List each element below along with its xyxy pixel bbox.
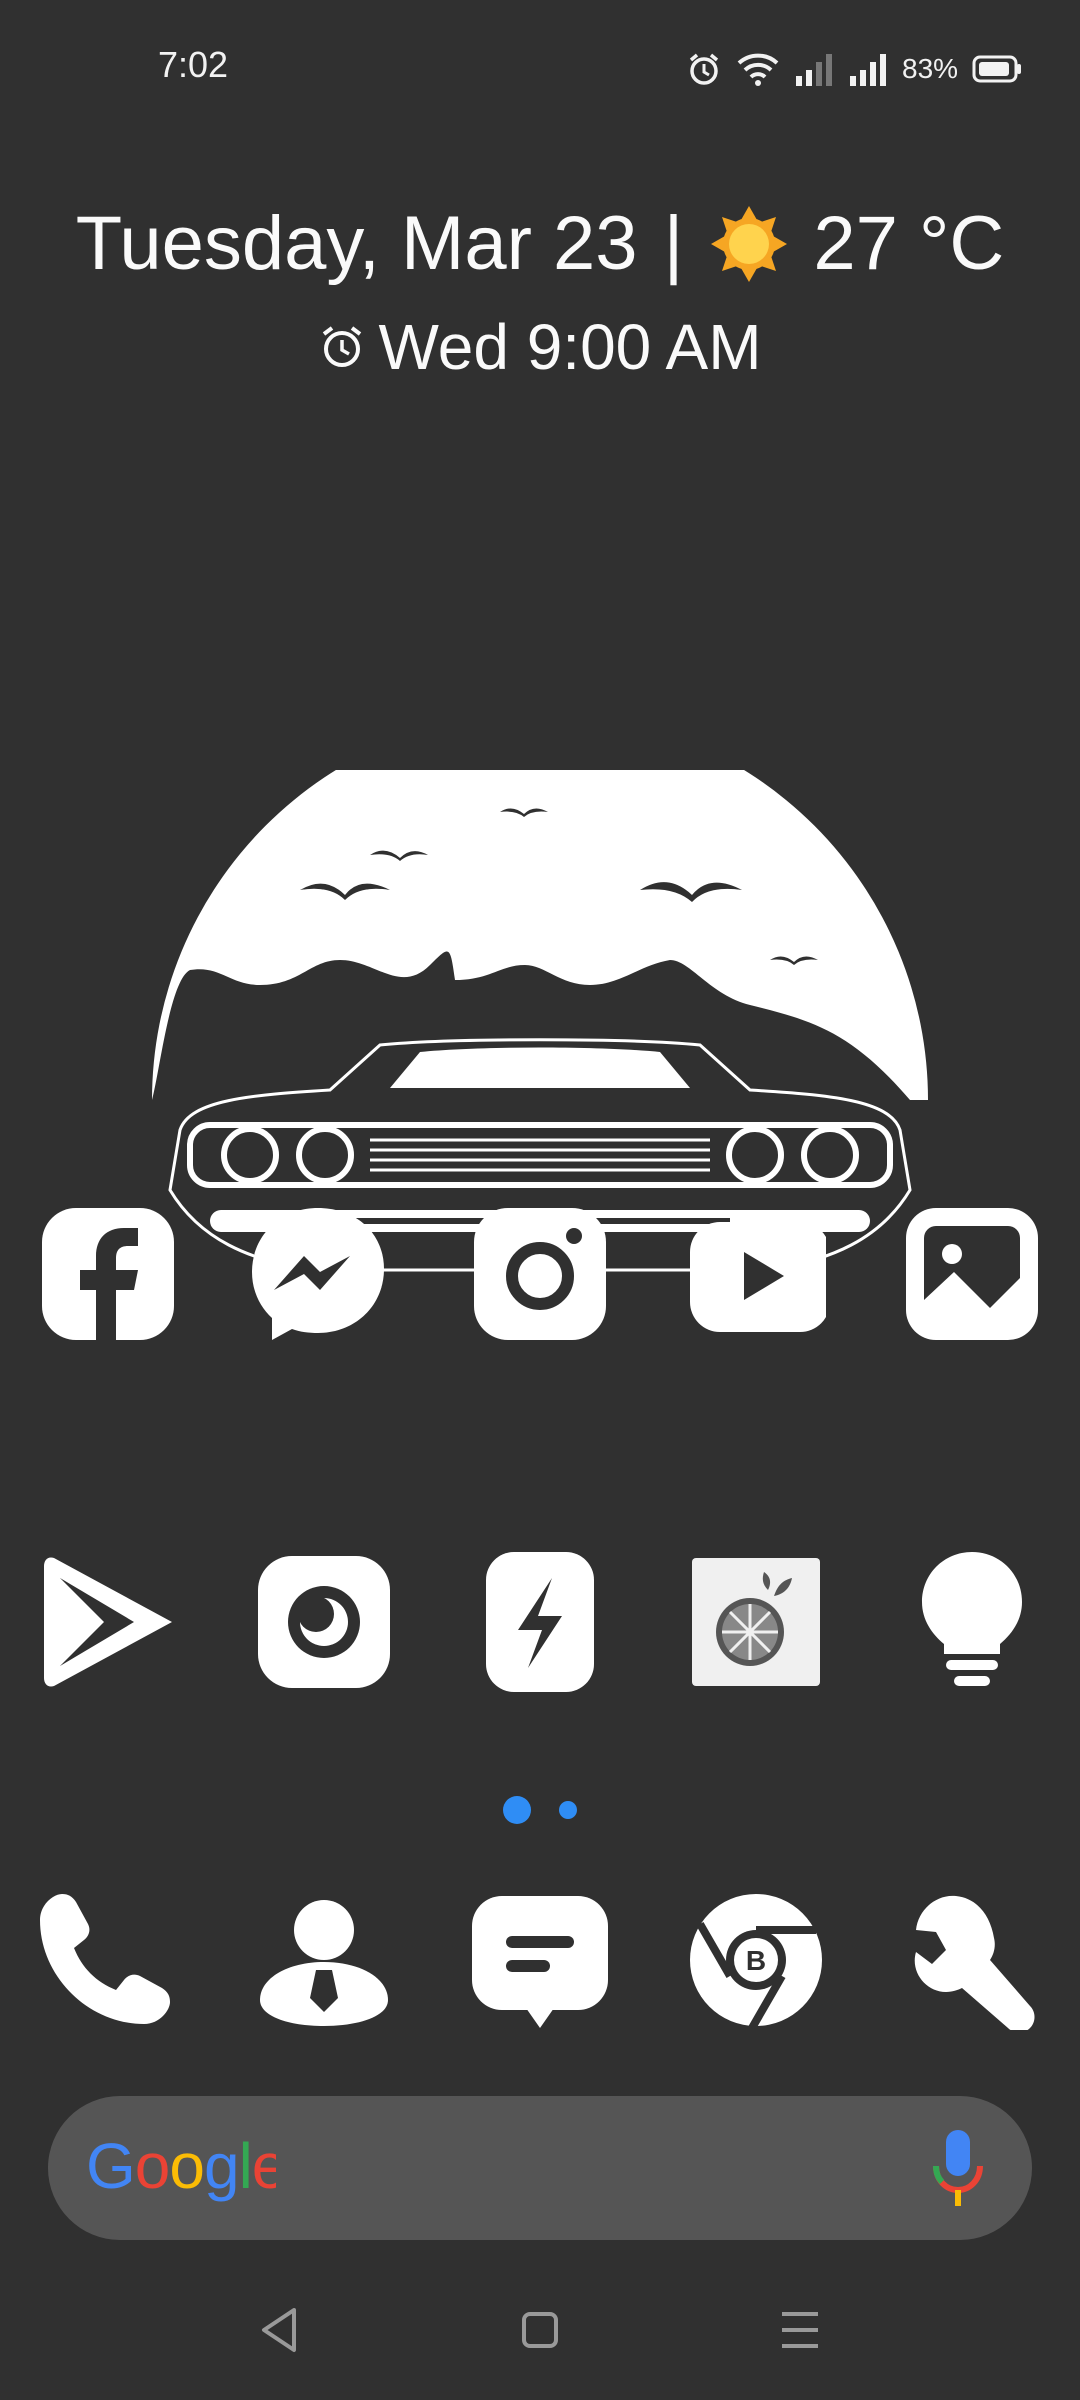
flash-icon[interactable] xyxy=(470,1552,610,1692)
wifi-icon xyxy=(737,53,779,86)
phone-icon[interactable] xyxy=(34,1890,174,2030)
lemon-app-icon[interactable] xyxy=(686,1552,826,1692)
messenger-icon[interactable] xyxy=(248,1204,388,1344)
separator: | xyxy=(663,201,684,286)
signal-icon xyxy=(850,54,886,86)
chrome-icon[interactable]: B xyxy=(686,1890,826,2030)
status-icons: 83% xyxy=(686,44,1022,94)
next-alarm-text: Wed 9:00 AM xyxy=(378,311,762,383)
microphone-icon[interactable] xyxy=(928,2130,988,2210)
date-weather-widget[interactable]: Tuesday, Mar 23 | 27 °C xyxy=(0,200,1080,287)
contacts-icon[interactable] xyxy=(254,1890,394,2030)
battery-percentage: 83% xyxy=(902,53,959,84)
play-store-icon[interactable] xyxy=(38,1552,178,1692)
temperature: 27 °C xyxy=(813,201,1005,286)
sun-icon xyxy=(711,205,788,282)
bulb-icon[interactable] xyxy=(902,1552,1042,1692)
status-time: 7:02 xyxy=(158,44,229,85)
svg-text:Google: Google xyxy=(86,2130,276,2202)
google-logo: Google xyxy=(86,2130,287,2221)
alarm-icon xyxy=(689,53,719,85)
battery-icon xyxy=(972,55,1022,83)
svg-text:B: B xyxy=(746,1945,766,1976)
home-icon[interactable] xyxy=(510,2300,570,2360)
back-icon[interactable] xyxy=(250,2300,310,2360)
signal-icon xyxy=(796,54,832,86)
messages-icon[interactable] xyxy=(470,1890,610,2030)
alarm-clock-icon xyxy=(323,326,362,367)
camera-icon[interactable] xyxy=(254,1552,394,1692)
page-dot-active[interactable] xyxy=(503,1796,531,1824)
next-alarm-widget[interactable]: Wed 9:00 AM xyxy=(0,310,1080,384)
youtube-icon[interactable] xyxy=(686,1204,826,1344)
page-dot[interactable] xyxy=(559,1801,577,1819)
date-text: Tuesday, Mar 23 xyxy=(75,201,638,286)
page-indicator xyxy=(0,1796,1080,1824)
recents-icon[interactable] xyxy=(770,2300,830,2360)
gallery-icon[interactable] xyxy=(902,1204,1042,1344)
instagram-icon[interactable] xyxy=(470,1204,610,1344)
tools-icon[interactable] xyxy=(902,1890,1042,2030)
facebook-icon[interactable] xyxy=(38,1204,178,1344)
